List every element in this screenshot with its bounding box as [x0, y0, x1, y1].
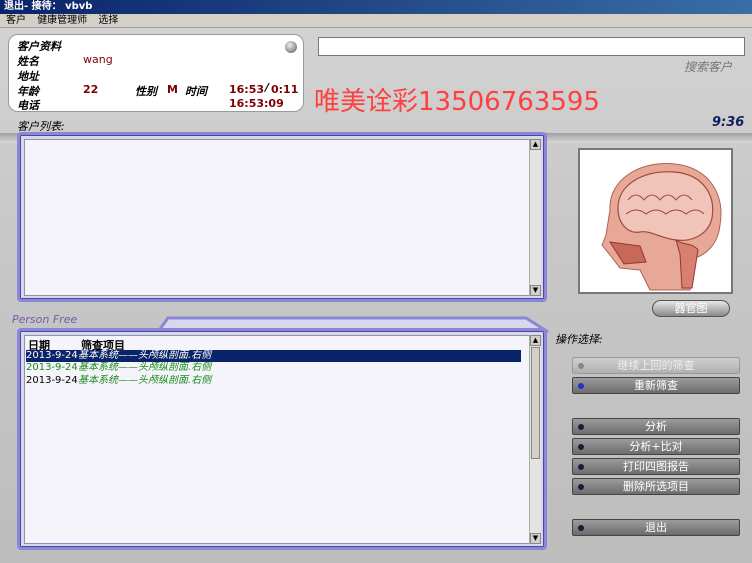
row-item: 基本系统——头颅纵剖面.右侧 — [78, 375, 212, 386]
customer-info-panel: 客户资料 姓名 wang 地址 年龄 22 性别 M 时间 16:53 / 0:… — [8, 34, 304, 112]
scroll-down-icon[interactable]: ▼ — [530, 285, 541, 296]
print-report-button[interactable]: 打印四图报告 — [572, 458, 740, 475]
button-dot-icon — [578, 444, 584, 450]
continue-screening-button[interactable]: 继续上回的筛查 — [572, 357, 740, 374]
phone-label: 电话 — [17, 99, 39, 112]
person-free-tag: Person Free — [12, 313, 78, 326]
exit-button[interactable]: 退出 — [572, 519, 740, 536]
scroll-up-icon[interactable]: ▲ — [530, 139, 541, 150]
panel-knob-icon — [285, 41, 297, 53]
name-value: wang — [83, 53, 113, 66]
button-dot-icon — [578, 464, 584, 470]
button-dot-icon — [578, 424, 584, 430]
operations-label: 操作选择: — [555, 333, 603, 346]
organ-map-button[interactable]: 器官图 — [652, 300, 730, 317]
clock-display: 9:36 — [712, 115, 745, 130]
row-date: 2013-9-24 — [26, 375, 78, 386]
scroll-down-icon[interactable]: ▼ — [530, 533, 541, 544]
button-dot-icon — [578, 383, 584, 389]
row-date: 2013-9-24 — [26, 362, 78, 373]
brain-section-icon — [580, 150, 731, 292]
gender-value: M — [167, 83, 178, 96]
row-date: 2013-9-24 — [26, 350, 78, 361]
menu-health-manager[interactable]: 健康管理师 — [37, 15, 87, 26]
records-scrollbar[interactable]: ▲ ▼ — [529, 335, 541, 544]
age-value: 22 — [83, 83, 99, 96]
menu-select[interactable]: 选择 — [98, 15, 118, 26]
button-dot-icon — [578, 363, 584, 369]
row-item: 基本系统——头颅纵剖面.右侧 — [78, 350, 212, 361]
time-separator: / — [265, 81, 270, 94]
watermark-text: 唯美诠彩13506763595 — [314, 87, 600, 117]
analyze-button[interactable]: 分析 — [572, 418, 740, 435]
name-label: 姓名 — [17, 55, 39, 68]
time-elapsed: 0:11 — [271, 83, 299, 96]
table-row[interactable]: 2013-9-24基本系统——头颅纵剖面.右侧 — [26, 350, 521, 362]
organ-image — [578, 148, 733, 294]
scroll-thumb[interactable] — [531, 347, 540, 459]
button-dot-icon — [578, 484, 584, 490]
search-input[interactable] — [318, 37, 745, 56]
time-label: 时间 — [185, 85, 207, 98]
menu-bar: 客户 健康管理师 选择 — [0, 14, 752, 28]
customer-list-frame: ▲ ▼ — [17, 132, 547, 302]
gender-label: 性别 — [135, 85, 157, 98]
analyze-compare-button[interactable]: 分析+比对 — [572, 438, 740, 455]
time-value: 16:53 — [229, 83, 265, 96]
table-row[interactable]: 2013-9-24基本系统——头颅纵剖面.右侧 — [26, 362, 521, 374]
window-title: 退出- 接待： vbvb — [0, 0, 752, 14]
row-item: 基本系统——头颅纵剖面.右侧 — [78, 362, 212, 373]
customer-info-heading: 客户资料 — [17, 40, 61, 53]
button-dot-icon — [578, 525, 584, 531]
address-label: 地址 — [17, 70, 39, 83]
customer-list-scrollbar[interactable]: ▲ ▼ — [529, 139, 541, 296]
delete-selected-button[interactable]: 删除所选项目 — [572, 478, 740, 495]
rescreen-button[interactable]: 重新筛查 — [572, 377, 740, 394]
clock-value: 16:53:09 — [229, 97, 284, 110]
table-row[interactable]: 2013-9-24基本系统——头颅纵剖面.右侧 — [26, 375, 521, 387]
scroll-up-icon[interactable]: ▲ — [530, 335, 541, 346]
menu-customer[interactable]: 客户 — [6, 15, 26, 26]
customer-list[interactable] — [24, 139, 540, 296]
search-label: 搜索客户 — [684, 60, 733, 74]
